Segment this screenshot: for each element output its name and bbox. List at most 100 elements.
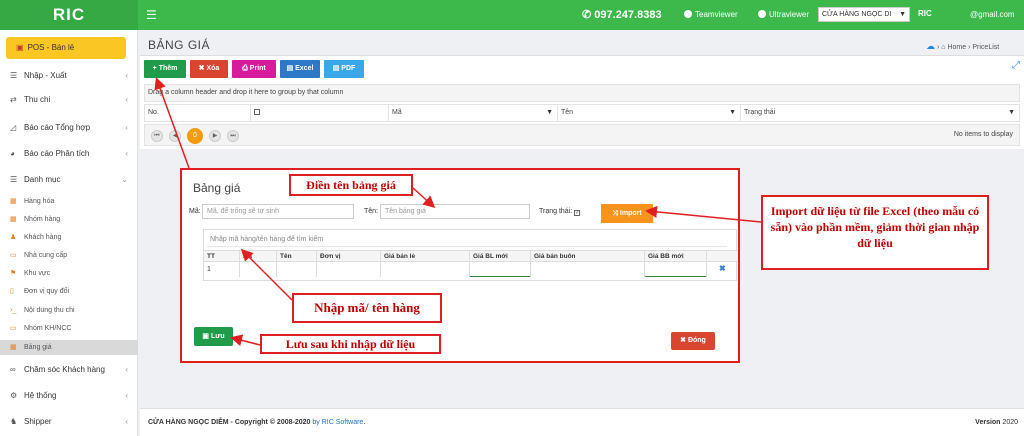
- remove-row-icon[interactable]: ✖: [719, 264, 726, 273]
- print-button[interactable]: ⎙ Print: [232, 60, 276, 78]
- motorbike-icon: ♞: [10, 417, 18, 426]
- status-checkbox[interactable]: ✓: [574, 210, 581, 216]
- chevron-left-icon: ‹: [125, 149, 128, 158]
- sidebar-item-pos[interactable]: ▣ POS - Bán lẻ: [6, 37, 126, 59]
- grid-header: No. Mã ▼ Tên ▼ Trạng thái ▼: [144, 104, 1020, 122]
- filter-icon[interactable]: ▼: [546, 105, 553, 121]
- cell-unit[interactable]: [317, 263, 381, 277]
- sidebar-item-shipper[interactable]: ♞ Shipper ‹: [0, 412, 138, 432]
- cell-name[interactable]: [277, 263, 317, 277]
- teamviewer-link[interactable]: Teamviewer: [684, 10, 738, 19]
- filter-icon[interactable]: ▼: [1008, 105, 1015, 121]
- sidebar-item-catalog[interactable]: ☰ Danh mục ⌄: [0, 170, 138, 190]
- breadcrumb-separator: ›: [936, 44, 940, 51]
- item-grid: Nhập mã hàng/tên hàng để tìm kiếm TT Mã …: [203, 229, 738, 281]
- map-marker-icon: ⚑: [10, 270, 17, 277]
- breadcrumb-current: PriceList: [972, 44, 1000, 51]
- file-excel-icon: ▤: [286, 65, 296, 72]
- next-page-button[interactable]: ▶: [209, 130, 221, 142]
- close-button[interactable]: ✖ Đóng: [671, 332, 715, 350]
- add-button[interactable]: + Thêm: [144, 60, 186, 78]
- sidebar-item-summary-report[interactable]: ◿ Báo cáo Tổng hợp ‹: [0, 118, 138, 138]
- delete-button[interactable]: ✖ Xóa: [190, 60, 228, 78]
- users-icon: ♟: [10, 234, 17, 241]
- sidebar-item-income-expense-content[interactable]: ›_ Nội dung thu chi: [0, 303, 138, 318]
- user-avatar[interactable]: RIC: [918, 9, 932, 18]
- cell-code[interactable]: [240, 263, 277, 277]
- sidebar-item-regions[interactable]: ⚑ Khu vực: [0, 266, 138, 281]
- sidebar-item-units[interactable]: ▯ Đơn vị quy đổi: [0, 284, 138, 299]
- menu-toggle-icon[interactable]: ☰: [146, 8, 157, 22]
- folder-icon: ▭: [10, 325, 17, 332]
- grid-icon: ▦: [10, 216, 17, 223]
- cell-new-retail-price[interactable]: [470, 263, 531, 277]
- excel-button[interactable]: ▤ Excel: [280, 60, 320, 78]
- sidebar-item-product-groups[interactable]: ▦ Nhóm hàng: [0, 212, 138, 227]
- cell-retail-price[interactable]: [381, 263, 470, 277]
- app-logo[interactable]: RIC: [0, 0, 138, 30]
- fullscreen-icon[interactable]: ⤢: [1012, 60, 1020, 71]
- column-header-status[interactable]: Trạng thái ▼: [741, 105, 1019, 121]
- import-button[interactable]: ⤨ Import: [601, 204, 653, 223]
- annotation-import: Import dữ liệu từ file Excel (theo mẫu c…: [761, 195, 989, 270]
- col-code[interactable]: Mã: [240, 251, 277, 263]
- last-page-button[interactable]: ⏭: [227, 130, 239, 142]
- col-new-wholesale-price[interactable]: Giá BB mới: [645, 251, 707, 263]
- column-header-no[interactable]: No.: [145, 105, 251, 121]
- cell-new-wholesale-price[interactable]: [645, 263, 707, 277]
- store-select[interactable]: CỬA HÀNG NGỌC DI ▼: [818, 7, 910, 22]
- col-tt[interactable]: TT: [204, 251, 240, 263]
- price-list-panel: + Thêm ✖ Xóa ⎙ Print ▤ Excel ▤ PDF ⤢ Dra…: [140, 55, 1024, 149]
- prev-page-button[interactable]: ◀: [169, 130, 181, 142]
- first-page-button[interactable]: ⏮: [151, 130, 163, 142]
- sidebar-item-price-list[interactable]: ▦ Bảng giá: [0, 340, 138, 355]
- item-search-input[interactable]: Nhập mã hàng/tên hàng để tìm kiếm: [207, 233, 727, 247]
- select-all-checkbox[interactable]: [254, 109, 260, 115]
- truck-icon: ▭: [10, 252, 17, 259]
- filter-icon[interactable]: ▼: [729, 105, 736, 121]
- sidebar-item-products[interactable]: ▦ Hàng hóa: [0, 194, 138, 209]
- column-header-select[interactable]: [251, 105, 389, 121]
- cell-wholesale-price[interactable]: [531, 263, 645, 277]
- sidebar-item-customer-supplier-groups[interactable]: ▭ Nhóm KH/NCC: [0, 321, 138, 336]
- sidebar-item-import-export[interactable]: ☰ Nhập - Xuất ‹: [0, 66, 138, 86]
- table-row: 1 ✖: [204, 263, 738, 277]
- top-bar: RIC ☰ ✆ 097.247.8383 Teamviewer Ultravie…: [0, 0, 1024, 30]
- chevron-left-icon: ‹: [125, 365, 128, 374]
- col-retail-price[interactable]: Giá bán lẻ: [381, 251, 470, 263]
- chevron-down-icon: ⌄: [121, 175, 128, 184]
- sidebar-item-customers[interactable]: ♟ Khách hàng: [0, 230, 138, 245]
- phone-icon: ✆: [582, 9, 595, 21]
- grid-pager: ⏮ ◀ 0 ▶ ⏭ No items to display: [144, 124, 1020, 146]
- save-button[interactable]: ▣ Lưu: [194, 327, 233, 346]
- column-header-code[interactable]: Mã ▼: [389, 105, 558, 121]
- col-new-retail-price[interactable]: Giá BL mới: [470, 251, 531, 263]
- group-by-area[interactable]: Drag a column header and drop it here to…: [144, 84, 1020, 102]
- code-input[interactable]: Mã, để trống sẽ tự sinh: [202, 204, 354, 219]
- code-label: Mã:: [189, 208, 201, 215]
- sidebar-item-suppliers[interactable]: ▭ Nhà cung cấp: [0, 248, 138, 263]
- handshake-icon: ∞: [10, 365, 16, 374]
- ultraviewer-icon: [758, 10, 766, 18]
- sidebar-item-customer-care[interactable]: ∞ Chăm sóc Khách hàng ‹: [0, 360, 138, 380]
- current-page[interactable]: 0: [187, 128, 203, 144]
- item-grid-header: TT Mã Tên Đơn vị Giá bán lẻ Giá BL mới G…: [204, 250, 738, 263]
- chevron-left-icon: ‹: [125, 123, 128, 132]
- name-input[interactable]: Tên bảng giá: [380, 204, 530, 219]
- gear-icon: ⚙: [10, 391, 18, 400]
- pdf-button[interactable]: ▤ PDF: [324, 60, 364, 78]
- chevron-left-icon: ‹: [125, 71, 128, 80]
- col-wholesale-price[interactable]: Giá bán buôn: [531, 251, 645, 263]
- sidebar-item-system[interactable]: ⚙ Hệ thống ‹: [0, 386, 138, 406]
- ultraviewer-link[interactable]: Ultraviewer: [758, 10, 809, 19]
- footer: CỬA HÀNG NGỌC DIỄM - Copyright © 2008-20…: [140, 408, 1024, 436]
- column-header-name[interactable]: Tên ▼: [558, 105, 741, 121]
- sidebar-item-analysis-report[interactable]: ◕ Báo cáo Phân tích ‹: [0, 144, 138, 164]
- user-email[interactable]: @gmail.com: [970, 10, 1015, 19]
- breadcrumb-home[interactable]: Home: [947, 44, 966, 51]
- sidebar-item-income-expense[interactable]: ⇄ Thu chi ‹: [0, 90, 138, 110]
- company-link[interactable]: by RIC Software: [312, 419, 363, 426]
- chevron-left-icon: ‹: [125, 391, 128, 400]
- col-unit[interactable]: Đơn vị: [317, 251, 381, 263]
- col-name[interactable]: Tên: [277, 251, 317, 263]
